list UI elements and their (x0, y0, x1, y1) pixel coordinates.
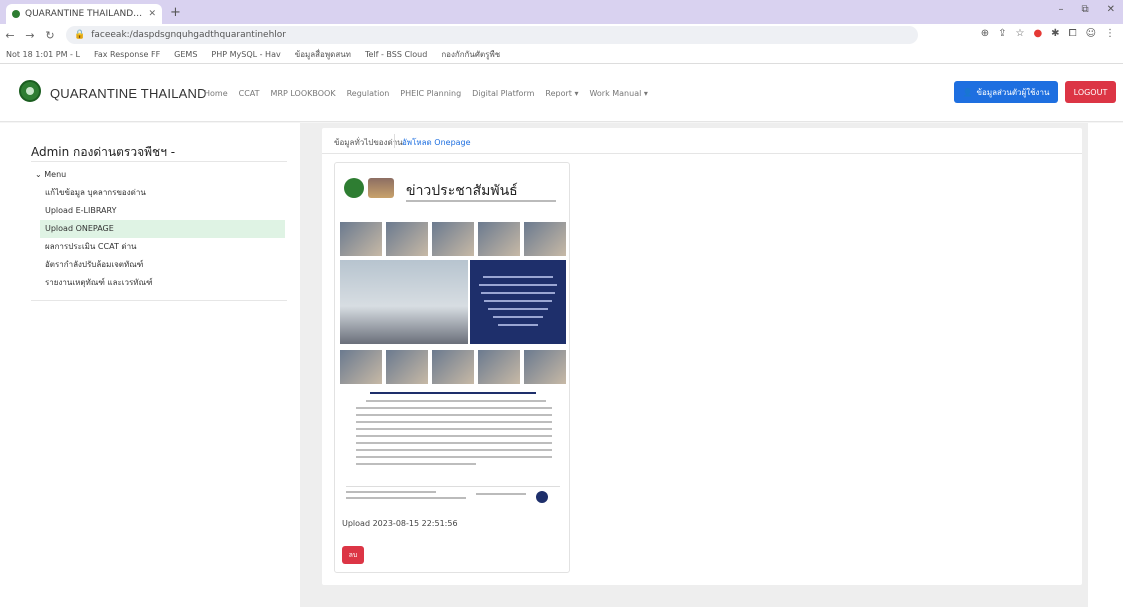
sidebar-item-report[interactable]: รายงานเหตุทัณฑ์ และเวรทัณฑ์ (40, 274, 285, 292)
poster-body-text (356, 400, 552, 470)
sidebar-item-edit-staff[interactable]: แก้ไขข้อมูล บุคลากรของด่าน (40, 184, 285, 202)
lock-icon: 🔒 (74, 30, 86, 40)
nav-pheic-planning[interactable]: PHEIC Planning (400, 89, 461, 98)
onepage-poster-image[interactable]: ข่าวประชาสัมพันธ์ (340, 168, 566, 512)
bookmarks-bar: Not 18 1:01 PM - L Fax Response FF GEMS … (0, 46, 1123, 64)
extension-icon[interactable]: ✱ (1051, 28, 1059, 39)
bookmark-item[interactable]: ข้อมูลสื่อพูดสนท (295, 48, 351, 61)
user-icon: 👤 (962, 87, 973, 97)
sidebar-menu-head-label: Menu (44, 170, 67, 179)
nav-digital-platform[interactable]: Digital Platform (472, 89, 534, 98)
reload-icon[interactable]: ↻ (40, 29, 60, 42)
browser-tab-title: QUARANTINE THAILAND - ADI (25, 9, 144, 19)
tab-upload-onepage[interactable]: อัพโหลด Onepage (394, 134, 471, 149)
department-logo-icon (368, 178, 394, 198)
bookmark-item[interactable]: GEMS (174, 50, 197, 59)
poster-photo (432, 350, 474, 384)
address-text: faceeak:/daspdsgnquhgadthquarantinehlor (91, 30, 286, 40)
delete-button[interactable]: ลบ (342, 546, 364, 564)
poster-title: ข่าวประชาสัมพันธ์ (406, 183, 518, 199)
content-card: ข้อมูลทั่วไปของด่าน อัพโหลด Onepage ข่าว… (322, 128, 1082, 585)
kebab-menu-icon[interactable]: ⋮ (1105, 28, 1115, 39)
poster-photo (340, 222, 382, 256)
sidebar-item-staffing[interactable]: อัตรากำลังปรับล้อมเจตทัณฑ์ (40, 256, 285, 274)
nav-mrp-lookbook[interactable]: MRP LOOKBOOK (271, 89, 336, 98)
poster-photo (432, 222, 474, 256)
window-controls: – ⧉ ✕ (1058, 4, 1115, 15)
nav-report[interactable]: Report ▾ (545, 89, 578, 98)
extension-icons: ⊕ ⇪ ☆ ● ✱ ⧠ ☺ ⋮ (981, 28, 1115, 39)
minimize-icon[interactable]: – (1058, 4, 1063, 15)
sidebar-menu-panel: ⌄ Menu แก้ไขข้อมูล บุคลากรของด่าน Upload… (31, 161, 287, 301)
sidebar-item-upload-elibrary[interactable]: Upload E-LIBRARY (40, 202, 285, 220)
chevron-down-icon: ⌄ (35, 170, 45, 179)
bookmark-item[interactable]: กองกักกันศัตรูพืช (441, 48, 500, 61)
zoom-icon[interactable]: ⊕ (981, 28, 989, 39)
star-icon[interactable]: ☆ (1015, 28, 1024, 39)
browser-tab-bar: QUARANTINE THAILAND - ADI ✕ + – ⧉ ✕ (0, 0, 1123, 24)
sidebar-title[interactable]: Admin กองด่านตรวจพืชฯ - (31, 143, 175, 162)
share-icon[interactable]: ⇪ (998, 28, 1006, 39)
poster-photo (340, 350, 382, 384)
poster-photo (524, 350, 566, 384)
tab-general-info[interactable]: ข้อมูลทั่วไปของด่าน (334, 136, 403, 149)
nav-work-manual[interactable]: Work Manual ▾ (589, 89, 647, 98)
bookmark-item[interactable]: Not 18 1:01 PM - L (6, 50, 80, 59)
content-tabs: ข้อมูลทั่วไปของด่าน อัพโหลด Onepage (322, 128, 1082, 154)
poster-quote-box (470, 260, 566, 344)
poster-photo (478, 350, 520, 384)
bookmark-item[interactable]: PHP MySQL - Hav (211, 50, 280, 59)
favicon-icon (12, 10, 20, 18)
poster-photo (478, 222, 520, 256)
upload-timestamp: Upload 2023-08-15 22:51:56 (342, 519, 458, 528)
bookmark-item[interactable]: Fax Response FF (94, 50, 160, 59)
close-window-icon[interactable]: ✕ (1107, 4, 1115, 15)
maximize-icon[interactable]: ⧉ (1081, 4, 1088, 15)
sidebar: Admin กองด่านตรวจพืชฯ - ⌄ Menu แก้ไขข้อม… (0, 123, 300, 607)
sidebar-menu-head[interactable]: ⌄ Menu (35, 170, 66, 179)
back-icon[interactable]: ← (0, 29, 20, 42)
sidebar-item-upload-onepage[interactable]: Upload ONEPAGE (40, 220, 285, 238)
emblem-icon (344, 178, 364, 198)
close-tab-icon[interactable]: ✕ (148, 9, 156, 19)
main-menu: Home CCAT MRP LOOKBOOK Regulation PHEIC … (204, 89, 648, 98)
forward-icon[interactable]: → (20, 29, 40, 42)
brand-title[interactable]: QUARANTINE THAILAND (50, 86, 207, 101)
app-navbar: QUARANTINE THAILAND Home CCAT MRP LOOKBO… (0, 64, 1123, 122)
logout-button[interactable]: LOGOUT (1065, 81, 1116, 103)
poster-photo (386, 222, 428, 256)
sidebar-item-ccat-result[interactable]: ผลการประเมิน CCAT ด่าน (40, 238, 285, 256)
poster-photo-row (340, 350, 566, 384)
poster-photo-row (340, 222, 566, 256)
puzzle-icon[interactable]: ⧠ (1069, 28, 1077, 39)
poster-footer (346, 486, 560, 506)
nav-home[interactable]: Home (204, 89, 228, 98)
poster-divider (370, 392, 536, 394)
poster-main-photo (340, 260, 468, 344)
poster-subtitle-line (406, 200, 556, 202)
profile-button-label: ข้อมูลส่วนตัวผู้ใช้งาน (976, 87, 1050, 97)
browser-tab[interactable]: QUARANTINE THAILAND - ADI ✕ (6, 4, 162, 24)
profile-button[interactable]: 👤 ข้อมูลส่วนตัวผู้ใช้งาน (954, 81, 1058, 103)
profile-icon[interactable]: ☺ (1086, 28, 1096, 39)
address-row: ← → ↻ 🔒 faceeak:/daspdsgnquhgadthquarant… (0, 24, 1123, 46)
scrollbar-track[interactable] (1088, 123, 1123, 607)
poster-photo (386, 350, 428, 384)
nav-ccat[interactable]: CCAT (239, 89, 260, 98)
poster-photo (524, 222, 566, 256)
logo-icon[interactable] (19, 80, 41, 102)
poster-header: ข่าวประชาสัมพันธ์ (340, 168, 566, 212)
plus-icon[interactable]: + (170, 5, 181, 20)
bookmark-item[interactable]: Telf - BSS Cloud (365, 50, 427, 59)
extension-red-icon[interactable]: ● (1033, 28, 1042, 39)
nav-regulation[interactable]: Regulation (347, 89, 390, 98)
phone-icon (536, 491, 548, 503)
onepage-post: ข่าวประชาสัมพันธ์ Upload 2023-08-15 22:5… (334, 162, 570, 573)
address-bar[interactable]: 🔒 faceeak:/daspdsgnquhgadthquarantinehlo… (66, 26, 918, 44)
